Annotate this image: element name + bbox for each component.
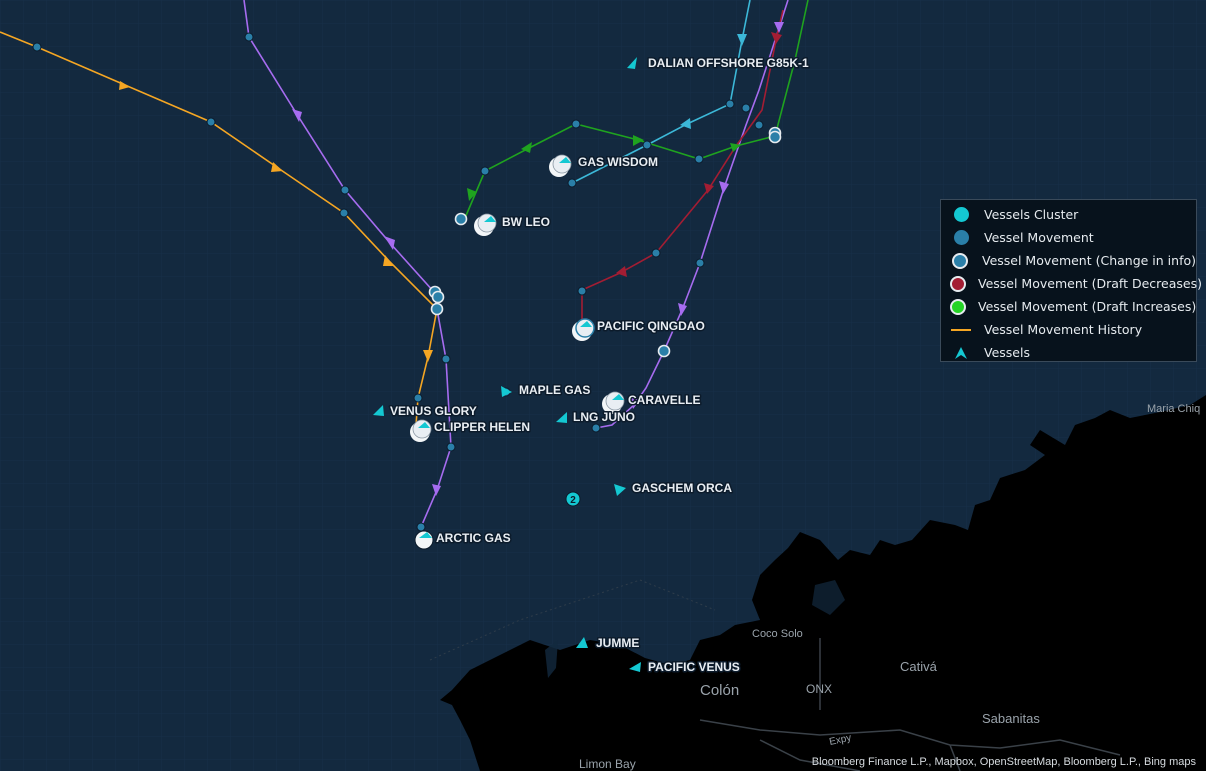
legend-item-history[interactable]: Vessel Movement History [941, 318, 1196, 341]
place-onx: ONX [806, 682, 832, 696]
place-maria-chiquita: Maria Chiq [1147, 403, 1200, 415]
vessel-label: GASCHEM ORCA [632, 481, 732, 495]
vessel-label: BW LEO [502, 215, 550, 229]
vessel-label: CARAVELLE [628, 393, 700, 407]
vessel-arrow-icon [950, 343, 972, 363]
map-attribution: Bloomberg Finance L.P., Mapbox, OpenStre… [811, 756, 1196, 768]
ship-icon [414, 530, 434, 550]
cluster-icon [950, 205, 972, 225]
vessel-label: GAS WISDOM [578, 155, 658, 169]
map-canvas[interactable]: Maria Chiq Coco Solo Cativá Colón ONX Sa… [0, 0, 1206, 771]
legend-label: Vessel Movement History [984, 322, 1143, 337]
place-sabanitas: Sabanitas [982, 711, 1040, 726]
legend-label: Vessel Movement (Draft Decreases) [978, 276, 1202, 291]
vessel-label: LNG JUNO [573, 410, 635, 424]
change-info-icon [950, 251, 970, 271]
vessel-label: JUMME [596, 636, 639, 650]
draft-decrease-icon [950, 274, 966, 294]
vessel-label: MAPLE GAS [519, 383, 590, 397]
legend-label: Vessel Movement (Draft Increases) [978, 299, 1197, 314]
vessel-label: PACIFIC VENUS [648, 660, 740, 674]
vessel-label: CLIPPER HELEN [434, 420, 530, 434]
place-colon: Colón [700, 682, 739, 699]
vessels-cluster[interactable]: 2 [565, 491, 581, 507]
legend-label: Vessel Movement (Change in info) [981, 253, 1196, 268]
legend-item-movement[interactable]: Vessel Movement [941, 226, 1196, 249]
map-legend: Vessels Cluster Vessel Movement Vessel M… [940, 199, 1202, 364]
vessel-label: DALIAN OFFSHORE G85K-1 [648, 56, 809, 70]
legend-label: Vessels [984, 345, 1030, 360]
place-coco-solo: Coco Solo [752, 628, 803, 640]
legend-label: Vessels Cluster [984, 207, 1079, 222]
legend-item-draft-increase[interactable]: Vessel Movement (Draft Increases) [941, 295, 1196, 318]
legend-item-cluster[interactable]: Vessels Cluster [941, 203, 1196, 226]
legend-item-draft-decrease[interactable]: Vessel Movement (Draft Decreases) [941, 272, 1202, 295]
draft-increase-icon [950, 297, 966, 317]
place-cativa: Cativá [900, 659, 938, 674]
vessel-label: PACIFIC QINGDAO [597, 319, 705, 333]
movement-icon [950, 228, 972, 248]
vessel-label: ARCTIC GAS [436, 531, 511, 545]
cluster-count: 2 [570, 495, 576, 506]
legend-label: Vessel Movement [984, 230, 1094, 245]
legend-item-vessels[interactable]: Vessels [941, 341, 1196, 364]
vessel-label: VENUS GLORY [390, 404, 477, 418]
place-limon-bay: Limon Bay [579, 757, 636, 771]
history-line-icon [950, 320, 972, 340]
legend-item-change-info[interactable]: Vessel Movement (Change in info) [941, 249, 1196, 272]
